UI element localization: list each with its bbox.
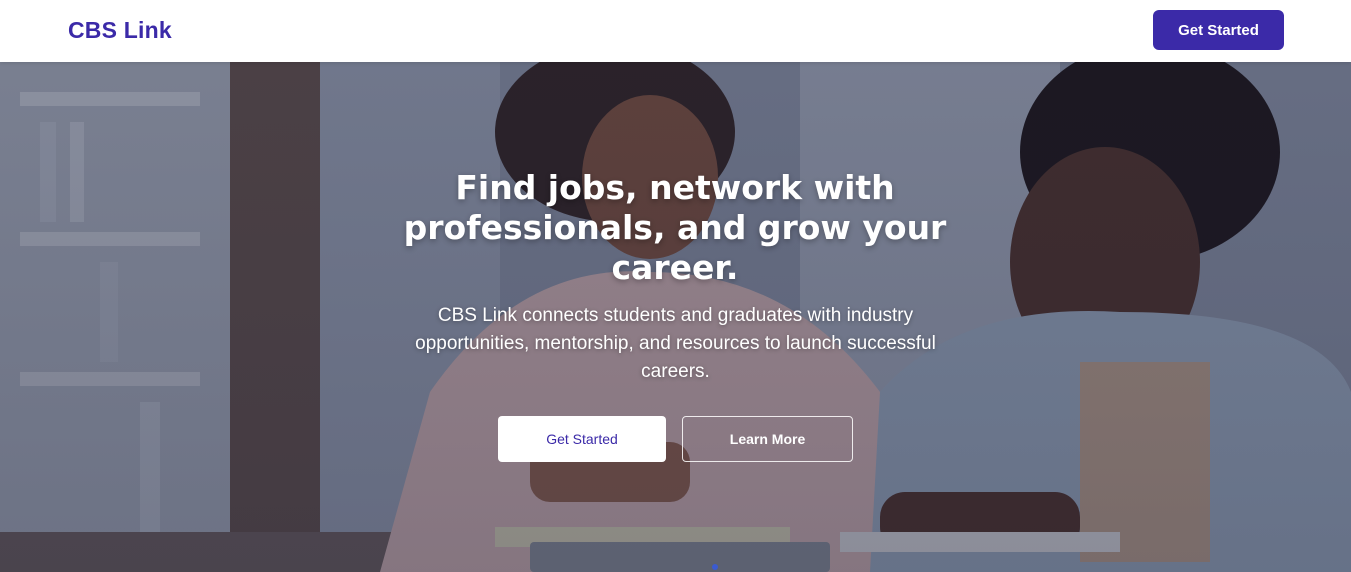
hero-subtitle: CBS Link connects students and graduates… bbox=[415, 305, 936, 382]
hero-content: Find jobs, network with professionals, a… bbox=[0, 62, 1351, 572]
header-get-started-button[interactable]: Get Started bbox=[1153, 10, 1284, 50]
hero-title: Find jobs, network with professionals, a… bbox=[403, 168, 947, 287]
carousel-indicator-dot[interactable] bbox=[712, 564, 718, 570]
site-header: CBS Link Get Started bbox=[0, 0, 1351, 62]
hero-get-started-button[interactable]: Get Started bbox=[498, 416, 666, 462]
hero-section: Find jobs, network with professionals, a… bbox=[0, 62, 1351, 572]
hero-learn-more-button[interactable]: Learn More bbox=[682, 416, 853, 462]
brand-logo[interactable]: CBS Link bbox=[68, 17, 172, 44]
